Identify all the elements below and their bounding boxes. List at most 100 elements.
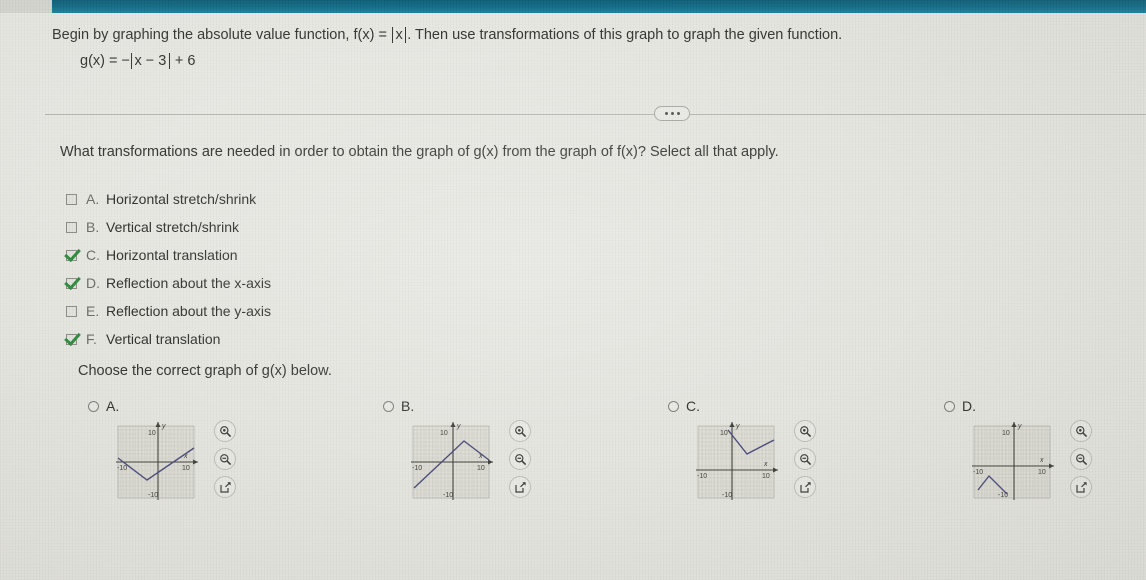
problem-prompt: Begin by graphing the absolute value fun…: [52, 25, 1052, 46]
option-letter-d: D.: [86, 275, 100, 291]
option-letter-b: B.: [86, 219, 100, 235]
graph-choice-a-head[interactable]: A.: [88, 398, 119, 414]
graph-block-a: 10 -10 10 -10 y x: [112, 418, 236, 506]
graph-choice-d-head[interactable]: D.: [944, 398, 976, 414]
checkbox-option-c[interactable]: C. Horizontal translation: [66, 241, 271, 269]
xtick-10-c: 10: [762, 473, 770, 480]
checkbox-b[interactable]: [66, 221, 77, 233]
ytick-neg10-b: -10: [443, 492, 453, 499]
question-page: Begin by graphing the absolute value fun…: [0, 13, 1146, 580]
graph-block-c: 10 -10 10 -10 y x: [692, 418, 816, 506]
option-label-e: Reflection about the y-axis: [106, 303, 271, 319]
option-label-a: Horizontal stretch/shrink: [106, 191, 257, 207]
plot-d-svg: 10 -10 10 -10 y x: [972, 422, 1054, 500]
graph-block-d: 10 -10 10 -10 y x: [968, 418, 1092, 506]
xtick-neg10-d: -10: [973, 469, 983, 476]
checkbox-c[interactable]: [66, 249, 77, 261]
expand-icon[interactable]: [794, 476, 816, 498]
xtick-neg10-c: -10: [697, 473, 707, 480]
checkbox-option-e[interactable]: E. Reflection about the y-axis: [66, 297, 271, 325]
xlabel-c: x: [763, 461, 768, 468]
option-label-c: Horizontal translation: [106, 247, 238, 263]
option-letter-e: E.: [86, 303, 100, 319]
zoom-in-icon[interactable]: [509, 420, 531, 442]
xtick-10-d: 10: [1038, 469, 1046, 476]
checkbox-option-f[interactable]: F. Vertical translation: [66, 325, 271, 353]
checkbox-option-a[interactable]: A. Horizontal stretch/shrink: [66, 185, 271, 213]
graph-block-b: 10 -10 10 -10 y x: [407, 418, 531, 506]
ylabel-d: y: [1017, 423, 1022, 430]
g-suffix: + 6: [170, 53, 196, 69]
ylabel-b: y: [456, 423, 461, 430]
graph-tools-c: [794, 420, 816, 498]
graph-choice-b-head[interactable]: B.: [383, 398, 414, 414]
ytick-neg10-c: -10: [722, 492, 732, 499]
more-options-ellipsis-button[interactable]: [654, 106, 690, 121]
graph-tools-d: [1070, 420, 1092, 498]
plot-b-svg: 10 -10 10 -10 y x: [411, 422, 493, 500]
checkbox-option-b[interactable]: B. Vertical stretch/shrink: [66, 213, 271, 241]
xlabel-d: x: [1039, 457, 1044, 464]
ytick-neg10-a: -10: [148, 492, 158, 499]
graph-choice-letter-a: A.: [106, 398, 120, 414]
checkbox-d[interactable]: [66, 277, 77, 289]
option-label-f: Vertical translation: [106, 331, 221, 347]
expand-icon[interactable]: [214, 476, 236, 498]
zoom-in-icon[interactable]: [794, 420, 816, 442]
checkbox-e[interactable]: [66, 305, 77, 317]
ytick-10-b: 10: [440, 430, 448, 437]
radio-c[interactable]: [668, 400, 679, 412]
checkbox-f[interactable]: [66, 333, 77, 345]
fx-label: f(x) =: [353, 27, 391, 43]
checkbox-a[interactable]: [66, 193, 77, 205]
prompt-fx: f(x) = x: [354, 27, 408, 43]
graph-choice-c[interactable]: C. 10 -10 10 -10 y x: [668, 398, 816, 500]
prompt-text-before: Begin by graphing the absolute value fun…: [52, 27, 354, 43]
grid-d: [973, 425, 1051, 499]
checkbox-option-d[interactable]: D. Reflection about the x-axis: [66, 269, 271, 297]
plot-c[interactable]: 10 -10 10 -10 y x: [692, 418, 780, 506]
xtick-10-a: 10: [182, 465, 190, 472]
fx-abs-value: x: [391, 27, 407, 43]
graph-choice-d[interactable]: D. 10 -10 10 -10 y x: [944, 398, 1092, 500]
app-top-bar: [0, 0, 1146, 13]
given-function: g(x) = − x − 3 + 6: [80, 53, 195, 69]
graph-choice-group: A. 10 -10 10 -10 y x B. 10 -10 10 -10 y …: [0, 398, 1146, 528]
graph-tools-b: [509, 420, 531, 498]
ytick-10-d: 10: [1002, 430, 1010, 437]
graph-choice-a[interactable]: A. 10 -10 10 -10 y x: [88, 398, 236, 500]
plot-a-svg: 10 -10 10 -10 y x: [116, 422, 198, 500]
question-text: What transformations are needed in order…: [60, 144, 779, 160]
plot-a[interactable]: 10 -10 10 -10 y x: [112, 418, 200, 506]
zoom-out-icon[interactable]: [509, 448, 531, 470]
option-letter-a: A.: [86, 191, 100, 207]
ylabel-a: y: [161, 423, 166, 430]
zoom-in-icon[interactable]: [214, 420, 236, 442]
expand-icon[interactable]: [509, 476, 531, 498]
option-label-b: Vertical stretch/shrink: [106, 219, 240, 235]
radio-b[interactable]: [383, 400, 394, 412]
zoom-in-icon[interactable]: [1070, 420, 1092, 442]
expand-icon[interactable]: [1070, 476, 1092, 498]
graph-choice-b[interactable]: B. 10 -10 10 -10 y x: [383, 398, 531, 500]
xtick-10-b: 10: [477, 465, 485, 472]
plot-b[interactable]: 10 -10 10 -10 y x: [407, 418, 495, 506]
xtick-neg10-a: -10: [117, 465, 127, 472]
graph-tools-a: [214, 420, 236, 498]
zoom-out-icon[interactable]: [794, 448, 816, 470]
xtick-neg10-b: -10: [412, 465, 422, 472]
radio-d[interactable]: [944, 400, 955, 412]
g-abs-value: x − 3: [130, 53, 170, 69]
zoom-out-icon[interactable]: [1070, 448, 1092, 470]
radio-a[interactable]: [88, 400, 99, 412]
grid-c: [697, 425, 775, 499]
plot-c-svg: 10 -10 10 -10 y x: [696, 422, 778, 500]
graph-choice-c-head[interactable]: C.: [668, 398, 700, 414]
option-letter-f: F.: [86, 331, 97, 347]
ellipsis-dot: [670, 112, 674, 115]
graph-choice-letter-c: C.: [686, 398, 700, 414]
top-bar-left-gap: [0, 0, 52, 13]
zoom-out-icon[interactable]: [214, 448, 236, 470]
plot-d[interactable]: 10 -10 10 -10 y x: [968, 418, 1056, 506]
graph-choice-letter-d: D.: [962, 398, 976, 414]
